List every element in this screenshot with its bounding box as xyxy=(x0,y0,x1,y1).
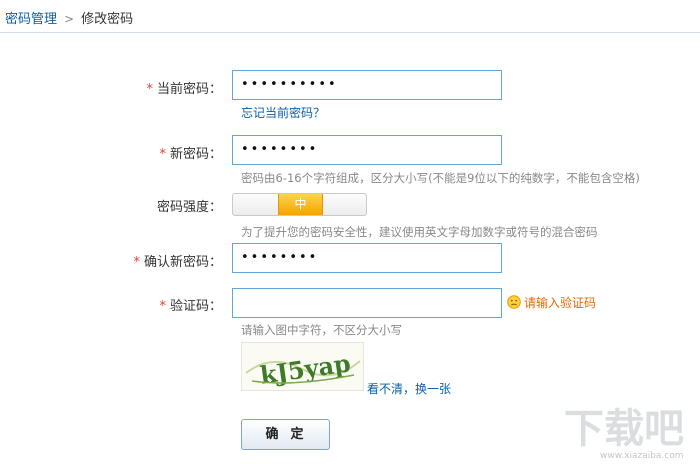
password-strength-hint: 为了提升您的密码安全性，建议使用英文字母加数字或符号的混合密码 xyxy=(241,225,598,239)
new-password-hint: 密码由6-16个字符组成，区分大小写(不能是9位以下的纯数字，不能包含空格) xyxy=(241,171,640,185)
breadcrumb-password-management-link[interactable]: 密码管理 xyxy=(5,12,57,27)
confirm-password-input[interactable]: •••••••• xyxy=(232,243,502,273)
password-strength-label: 密码强度： xyxy=(156,200,222,215)
current-password-input[interactable]: •••••••••• xyxy=(232,70,502,100)
current-password-label: * 当前密码： xyxy=(146,82,222,97)
new-password-input[interactable]: •••••••• xyxy=(232,135,502,165)
watermark-logo: 下载吧 www.xiazaiba.com xyxy=(564,406,684,461)
svg-text:www.xiazaiba.com: www.xiazaiba.com xyxy=(600,451,684,461)
svg-text:下载吧: 下载吧 xyxy=(564,406,684,452)
forgot-password-link[interactable]: 忘记当前密码？ xyxy=(241,104,325,121)
captcha-warning: 请输入验证码 xyxy=(507,294,596,311)
breadcrumb-current: 修改密码 xyxy=(81,12,134,27)
chevron-right-icon: > xyxy=(64,12,75,26)
password-strength-meter: 中 xyxy=(232,193,367,216)
required-mark: * xyxy=(159,299,166,314)
captcha-graphic: kJ5yap xyxy=(245,348,361,390)
captcha-image[interactable]: kJ5yap xyxy=(241,342,364,391)
captcha-hint: 请输入图中字符，不区分大小写 xyxy=(241,323,402,337)
site-watermark: 下载吧 www.xiazaiba.com xyxy=(560,398,698,462)
captcha-warning-text: 请输入验证码 xyxy=(524,296,597,310)
strength-segment-weak xyxy=(233,194,278,215)
breadcrumb-divider xyxy=(0,32,700,33)
confirm-button[interactable]: 确定 xyxy=(241,419,330,450)
sad-face-icon xyxy=(507,295,521,309)
breadcrumb: 密码管理 > 修改密码 xyxy=(5,8,133,27)
strength-segment-medium: 中 xyxy=(278,194,323,215)
required-mark: * xyxy=(159,147,166,162)
required-mark: * xyxy=(133,255,140,270)
captcha-input[interactable] xyxy=(232,288,502,318)
required-mark: * xyxy=(146,82,153,97)
confirm-password-label: * 确认新密码： xyxy=(133,255,222,270)
captcha-label: * 验证码： xyxy=(159,299,222,314)
refresh-captcha-link[interactable]: 看不清，换一张 xyxy=(367,380,451,397)
new-password-label: * 新密码： xyxy=(159,147,222,162)
